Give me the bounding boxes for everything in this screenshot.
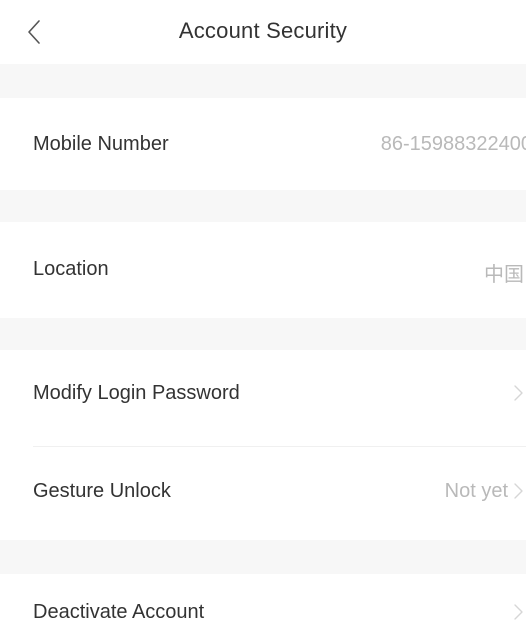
modify-login-password-label: Modify Login Password — [33, 382, 240, 404]
section-gap — [0, 190, 526, 222]
deactivate-account-row[interactable]: Deactivate Account — [0, 574, 526, 628]
section-gap — [0, 318, 526, 350]
section-gap — [0, 540, 526, 574]
mobile-number-row[interactable]: Mobile Number 86-15988322400 — [0, 98, 526, 190]
location-label: Location — [33, 258, 109, 280]
gesture-unlock-row[interactable]: Gesture Unlock Not yet — [0, 447, 526, 540]
mobile-number-label: Mobile Number — [33, 133, 169, 155]
page-title: Account Security — [178, 18, 348, 43]
nav-bar: Account Security — [0, 0, 526, 64]
location-row[interactable]: Location 中国 — [0, 222, 526, 318]
chevron-right-icon — [512, 481, 524, 501]
gesture-unlock-value: Not yet — [444, 480, 508, 502]
chevron-right-icon — [512, 383, 524, 403]
chevron-right-icon — [512, 602, 524, 622]
deactivate-account-label: Deactivate Account — [33, 601, 205, 623]
gesture-unlock-label: Gesture Unlock — [33, 480, 171, 502]
section-gap — [0, 64, 526, 98]
modify-login-password-row[interactable]: Modify Login Password — [0, 350, 526, 446]
location-value: 中国 — [484, 264, 524, 286]
mobile-number-value: 86-15988322400 — [380, 133, 526, 155]
